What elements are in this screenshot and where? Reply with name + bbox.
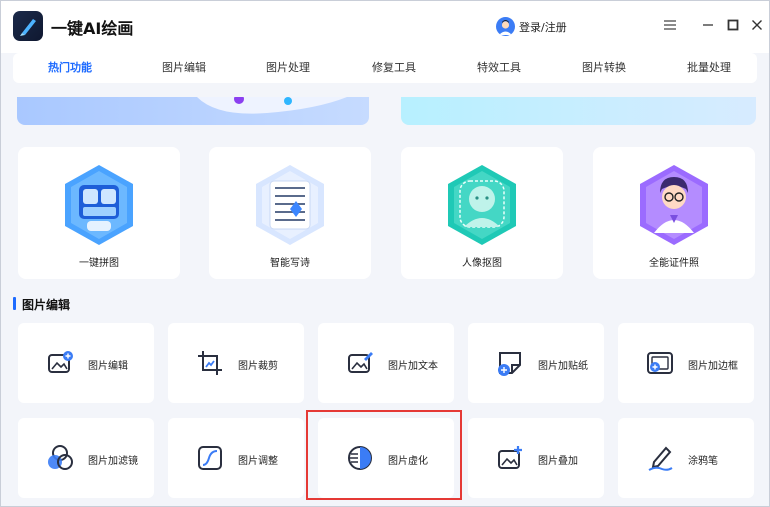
adjust-icon xyxy=(196,444,224,472)
app-logo-icon xyxy=(13,11,43,41)
maximize-icon[interactable] xyxy=(723,15,743,35)
tab-batch-process[interactable]: 批量处理 xyxy=(670,53,748,83)
doodle-pen-icon xyxy=(646,444,674,472)
overlay-icon xyxy=(496,444,524,472)
app-window: 一键AI绘画 登录/注册 热门功能 图片编辑 图片处理 修复工具 特效工具 图片… xyxy=(0,0,770,507)
tool-card-add-text[interactable]: 图片加文本 xyxy=(318,323,454,403)
tool-card-overlay[interactable]: 图片叠加 xyxy=(468,418,604,498)
login-register-link[interactable]: 登录/注册 xyxy=(519,19,567,35)
tab-repair-tools[interactable]: 修复工具 xyxy=(355,53,433,83)
banner-left[interactable] xyxy=(17,97,369,125)
add-text-icon xyxy=(346,349,374,377)
feature-label: 智能写诗 xyxy=(270,258,310,269)
tool-card-frame[interactable]: 图片加边框 xyxy=(618,323,754,403)
tool-card-crop[interactable]: 图片裁剪 xyxy=(168,323,304,403)
crop-icon xyxy=(196,349,224,377)
feature-label: 人像抠图 xyxy=(462,258,502,269)
tool-label: 图片裁剪 xyxy=(238,361,278,372)
section-title: 图片编辑 xyxy=(22,298,71,312)
section-accent-bar xyxy=(13,297,16,310)
close-icon[interactable] xyxy=(747,15,767,35)
category-tabs: 热门功能 图片编辑 图片处理 修复工具 特效工具 图片转换 批量处理 xyxy=(13,53,757,83)
tool-label: 图片加滤镜 xyxy=(88,456,138,467)
tool-card-filter[interactable]: 图片加滤镜 xyxy=(18,418,154,498)
minimize-icon[interactable] xyxy=(698,15,718,35)
tab-image-process[interactable]: 图片处理 xyxy=(249,53,327,83)
portrait-cutout-icon xyxy=(444,163,520,247)
user-avatar-icon[interactable] xyxy=(496,17,515,36)
tool-label: 图片加边框 xyxy=(688,361,738,372)
tool-label: 图片虚化 xyxy=(388,456,428,467)
title-bar: 一键AI绘画 登录/注册 xyxy=(1,1,769,53)
tool-label: 涂鸦笔 xyxy=(688,456,718,467)
tool-card-sticker[interactable]: 图片加贴纸 xyxy=(468,323,604,403)
frame-icon xyxy=(646,349,674,377)
tab-effect-tools[interactable]: 特效工具 xyxy=(460,53,538,83)
tab-image-edit[interactable]: 图片编辑 xyxy=(145,53,223,83)
image-edit-icon xyxy=(46,349,74,377)
tool-card-adjust[interactable]: 图片调整 xyxy=(168,418,304,498)
poem-icon xyxy=(252,163,328,247)
tab-image-convert[interactable]: 图片转换 xyxy=(565,53,643,83)
tool-label: 图片调整 xyxy=(238,456,278,467)
tool-label: 图片加文本 xyxy=(388,361,438,372)
filter-icon xyxy=(46,444,74,472)
feature-card-collage[interactable]: 一键拼图 xyxy=(18,147,180,279)
tab-hot-features[interactable]: 热门功能 xyxy=(31,53,109,83)
feature-label: 全能证件照 xyxy=(649,258,699,269)
collage-icon xyxy=(61,163,137,247)
feature-card-portrait-cutout[interactable]: 人像抠图 xyxy=(401,147,563,279)
tool-label: 图片加贴纸 xyxy=(538,361,588,372)
tool-card-blur[interactable]: 图片虚化 xyxy=(318,418,454,498)
sticker-icon xyxy=(496,349,524,377)
tool-label: 图片编辑 xyxy=(88,361,128,372)
tool-card-doodle-pen[interactable]: 涂鸦笔 xyxy=(618,418,754,498)
feature-card-poem[interactable]: 智能写诗 xyxy=(209,147,371,279)
blur-icon xyxy=(346,444,374,472)
feature-label: 一键拼图 xyxy=(79,258,119,269)
tool-card-image-edit[interactable]: 图片编辑 xyxy=(18,323,154,403)
id-photo-icon xyxy=(636,163,712,247)
menu-icon[interactable] xyxy=(660,15,680,35)
app-title: 一键AI绘画 xyxy=(51,19,134,38)
banner-right[interactable] xyxy=(401,97,756,125)
feature-card-id-photo[interactable]: 全能证件照 xyxy=(593,147,755,279)
tool-label: 图片叠加 xyxy=(538,456,578,467)
